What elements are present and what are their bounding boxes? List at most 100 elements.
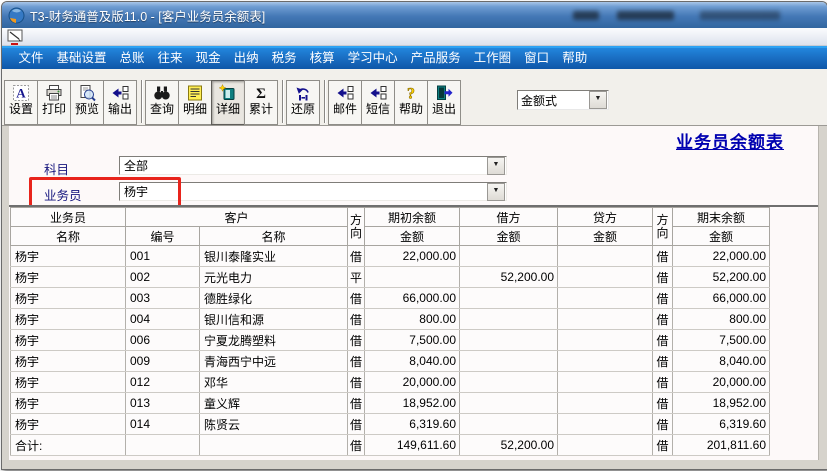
balance-table: 业务员 客户 方向 期初余额 借方 贷方 方向 期末余额 名称 编号 名称 金额…: [10, 207, 770, 456]
cell-direction-2: 借: [653, 309, 673, 330]
cell-customer: 元光电力: [200, 267, 348, 288]
cell-debit: [460, 372, 558, 393]
title-bar: T3-财务通普及版11.0 - [客户业务员余额表]: [2, 2, 827, 28]
header-name-2: 名称: [200, 227, 348, 246]
menu-item-9[interactable]: 产品服务: [404, 48, 467, 69]
app-logo-icon: [8, 7, 25, 24]
header-opening: 期初余额: [365, 208, 460, 227]
cell-closing: 18,952.00: [673, 393, 770, 414]
cell-salesperson: 杨宇: [11, 330, 126, 351]
chevron-down-icon[interactable]: ▼: [487, 183, 505, 201]
table-row[interactable]: 杨宇012邓华借20,000.00借20,000.00: [11, 372, 770, 393]
cell-direction-2: 借: [653, 414, 673, 435]
header-name: 名称: [11, 227, 126, 246]
toolbar-button-restore[interactable]: 还原: [286, 80, 320, 125]
cell-opening: 18,952.00: [365, 393, 460, 414]
chevron-down-icon[interactable]: ▼: [589, 91, 607, 109]
menu-item-11[interactable]: 窗口: [518, 48, 556, 69]
cell-credit: [558, 351, 653, 372]
menu-bar: 文件基础设置总账往来现金出纳税务核算学习中心产品服务工作圈窗口帮助: [2, 46, 827, 69]
header-code: 编号: [126, 227, 200, 246]
toolbar-button-output[interactable]: 输出: [103, 80, 137, 125]
cell-direction: 借: [348, 288, 365, 309]
binoculars-icon: [153, 83, 171, 102]
menu-item-5[interactable]: 出纳: [227, 48, 265, 69]
toolbar-button-accumulate[interactable]: Σ累计: [244, 80, 278, 125]
quick-access-strip: [2, 28, 827, 46]
svg-text:Σ: Σ: [256, 86, 266, 102]
table-row[interactable]: 杨宇002元光电力平52,200.00借52,200.00: [11, 267, 770, 288]
cell-direction-2: 借: [653, 288, 673, 309]
cell-direction-2: 借: [653, 393, 673, 414]
cell-debit: [460, 351, 558, 372]
header-amount-4: 金额: [673, 227, 770, 246]
table-row[interactable]: 杨宇003德胜绿化借66,000.00借66,000.00: [11, 288, 770, 309]
toolbar-button-print[interactable]: 打印: [37, 80, 71, 125]
toolbar-button-preview[interactable]: 预览: [70, 80, 104, 125]
cell-credit: [558, 246, 653, 267]
menu-item-8[interactable]: 学习中心: [341, 48, 404, 69]
menu-item-4[interactable]: 现金: [189, 48, 227, 69]
cell-credit: [558, 372, 653, 393]
header-debit: 借方: [460, 208, 558, 227]
toolbar-button-help[interactable]: ?帮助: [394, 80, 428, 125]
header-customer: 客户: [126, 208, 348, 227]
menu-item-7[interactable]: 核算: [303, 48, 341, 69]
cell-code: 013: [126, 393, 200, 414]
toolbar-button-detail[interactable]: 明细: [178, 80, 212, 125]
cell-direction: 借: [348, 330, 365, 351]
chevron-down-icon[interactable]: ▼: [487, 157, 505, 175]
cell-direction: 借: [348, 393, 365, 414]
redacted-text: [700, 11, 780, 20]
salesperson-combobox[interactable]: 杨宇 ▼: [119, 182, 507, 201]
cell-opening: 6,319.60: [365, 414, 460, 435]
menu-item-2[interactable]: 总账: [113, 48, 151, 69]
table-row[interactable]: 杨宇006宁夏龙腾塑料借7,500.00借7,500.00: [11, 330, 770, 351]
cell-closing: 6,319.60: [673, 414, 770, 435]
cell-salesperson: 杨宇: [11, 288, 126, 309]
sms-icon: [369, 83, 387, 102]
toolbar-button-sms[interactable]: 短信: [361, 80, 395, 125]
toolbar-button-settings[interactable]: A设置: [4, 80, 38, 125]
menu-item-3[interactable]: 往来: [151, 48, 189, 69]
cell-closing: 8,040.00: [673, 351, 770, 372]
table-header: 业务员 客户 方向 期初余额 借方 贷方 方向 期末余额 名称 编号 名称 金额…: [11, 208, 770, 246]
toolbar-separator: [141, 80, 143, 123]
format-style-select[interactable]: 金额式 ▼: [517, 90, 609, 110]
table-row[interactable]: 杨宇009青海西宁中远借8,040.00借8,040.00: [11, 351, 770, 372]
subject-combobox[interactable]: 全部 ▼: [119, 156, 507, 175]
cell-opening: 22,000.00: [365, 246, 460, 267]
header-direction: 方向: [348, 208, 365, 246]
menu-item-6[interactable]: 税务: [265, 48, 303, 69]
table-row[interactable]: 杨宇013童义辉借18,952.00借18,952.00: [11, 393, 770, 414]
toolbar-button-detailed[interactable]: 详细: [211, 80, 245, 125]
menu-item-12[interactable]: 帮助: [556, 48, 594, 69]
toolbar-button-exit[interactable]: 退出: [427, 80, 461, 125]
table-row[interactable]: 杨宇014陈贤云借6,319.60借6,319.60: [11, 414, 770, 435]
total-debit: 52,200.00: [460, 435, 558, 456]
table-row[interactable]: 杨宇004银川信和源借800.00借800.00: [11, 309, 770, 330]
cell-debit: [460, 330, 558, 351]
toolbar-button-label: 还原: [291, 102, 315, 117]
print-preview-icon: [78, 83, 96, 102]
toolbar-button-query[interactable]: 查询: [145, 80, 179, 125]
total-direction-2: 借: [653, 435, 673, 456]
menu-item-1[interactable]: 基础设置: [50, 48, 113, 69]
cell-debit: [460, 414, 558, 435]
cell-salesperson: 杨宇: [11, 246, 126, 267]
toolbar: A设置打印预览输出查询明细详细Σ累计还原邮件短信?帮助退出 金额式 ▼: [2, 69, 827, 126]
total-empty-code: [126, 435, 200, 456]
total-closing: 201,811.60: [673, 435, 770, 456]
format-style-value: 金额式: [518, 92, 589, 109]
export-icon: [111, 83, 129, 102]
menu-item-0[interactable]: 文件: [12, 48, 50, 69]
report-title: 业务员余额表: [676, 128, 784, 153]
table-row[interactable]: 杨宇001银川泰隆实业借22,000.00借22,000.00: [11, 246, 770, 267]
toolbar-separator: [282, 80, 284, 123]
cell-code: 004: [126, 309, 200, 330]
menu-item-10[interactable]: 工作圈: [467, 48, 518, 69]
cell-code: 002: [126, 267, 200, 288]
toolbar-button-mail[interactable]: 邮件: [328, 80, 362, 125]
toolbar-button-label: 设置: [9, 102, 33, 117]
subject-combobox-value: 全部: [120, 157, 487, 174]
